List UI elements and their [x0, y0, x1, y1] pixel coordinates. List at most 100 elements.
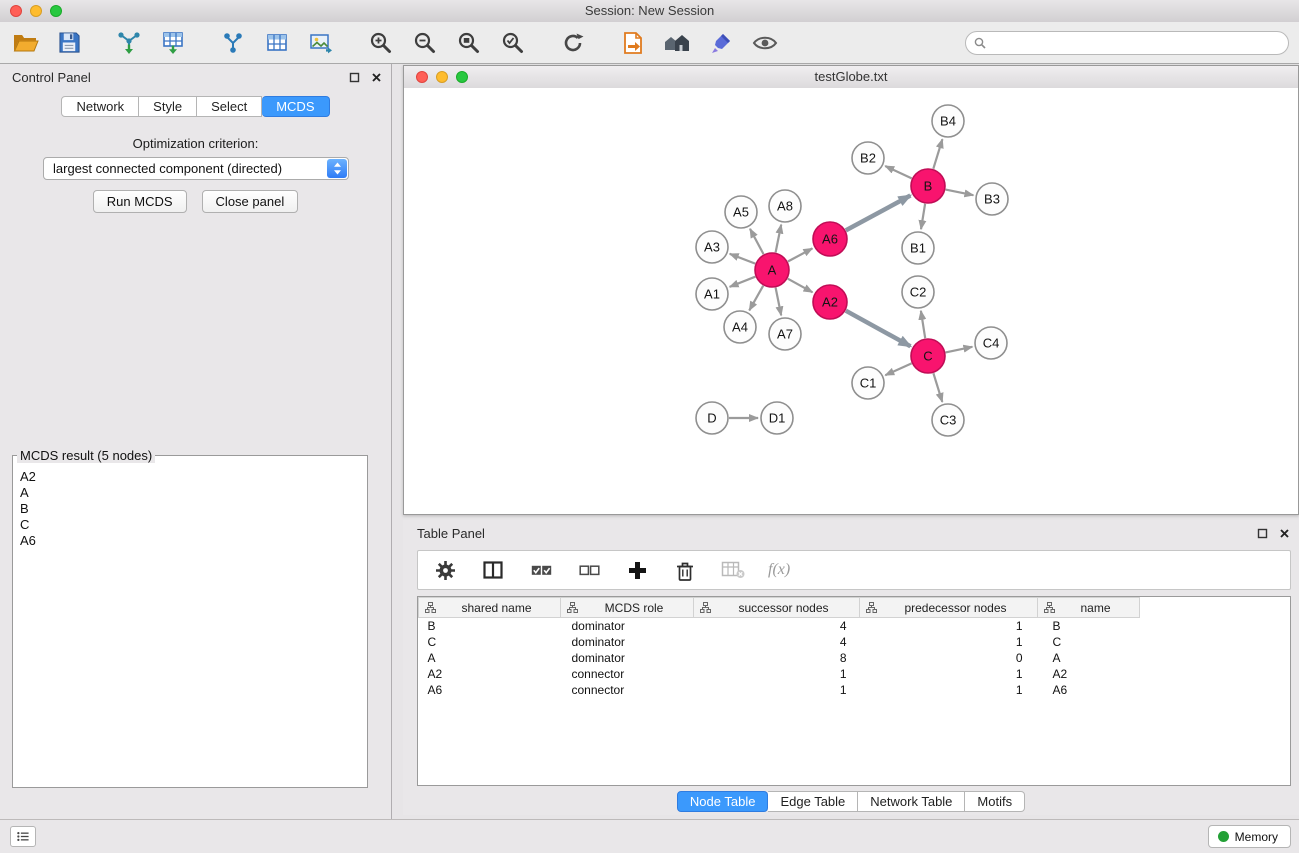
- delete-column-button[interactable]: [672, 557, 698, 583]
- edge-C-C3[interactable]: [933, 373, 942, 402]
- node-C[interactable]: C: [911, 339, 945, 373]
- node-B[interactable]: B: [911, 169, 945, 203]
- edge-A-A8[interactable]: [776, 225, 782, 253]
- edge-B-B4[interactable]: [933, 139, 942, 169]
- edge-A-A3[interactable]: [730, 254, 756, 264]
- unselect-all-button[interactable]: [576, 557, 602, 583]
- paint-style-button[interactable]: [704, 26, 738, 60]
- tab-node-table[interactable]: Node Table: [677, 791, 769, 812]
- edge-B-B1[interactable]: [921, 204, 925, 229]
- tab-network-table[interactable]: Network Table: [858, 791, 965, 812]
- tab-mcds[interactable]: MCDS: [262, 96, 329, 117]
- node-A6[interactable]: A6: [813, 222, 847, 256]
- node-A2[interactable]: A2: [813, 285, 847, 319]
- open-file-button[interactable]: [8, 26, 42, 60]
- mcds-result-item[interactable]: A2: [15, 469, 365, 485]
- search-input[interactable]: [965, 31, 1289, 55]
- new-table-button[interactable]: [260, 26, 294, 60]
- node-A8[interactable]: A8: [769, 190, 801, 222]
- import-network-file-button[interactable]: [112, 26, 146, 60]
- tab-motifs[interactable]: Motifs: [965, 791, 1025, 812]
- edge-C-C2[interactable]: [921, 311, 925, 338]
- table-row[interactable]: Adominator80A: [419, 650, 1141, 666]
- node-A4[interactable]: A4: [724, 311, 756, 343]
- run-mcds-button[interactable]: Run MCDS: [93, 190, 187, 213]
- edge-C-C4[interactable]: [946, 347, 973, 353]
- tab-edge-table[interactable]: Edge Table: [768, 791, 858, 812]
- zoom-fit-button[interactable]: [452, 26, 486, 60]
- new-network-button[interactable]: [216, 26, 250, 60]
- network-overview-button[interactable]: [660, 26, 694, 60]
- tab-style[interactable]: Style: [139, 96, 197, 117]
- node-D[interactable]: D: [696, 402, 728, 434]
- column-header-predecessor-nodes[interactable]: predecessor nodes: [860, 598, 1038, 618]
- graphics-details-button[interactable]: [748, 26, 782, 60]
- create-column-button[interactable]: [624, 557, 650, 583]
- network-window-titlebar[interactable]: testGlobe.txt: [404, 66, 1298, 89]
- column-header-name[interactable]: name: [1038, 598, 1140, 618]
- node-A1[interactable]: A1: [696, 278, 728, 310]
- table-row[interactable]: Bdominator41B: [419, 618, 1141, 635]
- memory-button[interactable]: Memory: [1208, 825, 1291, 848]
- import-table-file-button[interactable]: [156, 26, 190, 60]
- edge-A-A7[interactable]: [776, 288, 782, 316]
- column-header-mcds-role[interactable]: MCDS role: [561, 598, 694, 618]
- edge-A-A6[interactable]: [788, 248, 813, 261]
- tab-select[interactable]: Select: [197, 96, 262, 117]
- apply-layout-button[interactable]: [556, 26, 590, 60]
- edge-B-B2[interactable]: [885, 166, 912, 178]
- node-A[interactable]: A: [755, 253, 789, 287]
- node-B2[interactable]: B2: [852, 142, 884, 174]
- mcds-result-item[interactable]: C: [15, 517, 365, 533]
- export-image-button[interactable]: [304, 26, 338, 60]
- zoom-in-button[interactable]: [364, 26, 398, 60]
- zoom-selected-button[interactable]: [496, 26, 530, 60]
- table-row[interactable]: Cdominator41C: [419, 634, 1141, 650]
- node-C1[interactable]: C1: [852, 367, 884, 399]
- node-B4[interactable]: B4: [932, 105, 964, 137]
- edge-C-C1[interactable]: [885, 363, 911, 375]
- select-all-button[interactable]: [528, 557, 554, 583]
- tab-network[interactable]: Network: [61, 96, 139, 117]
- edge-A-A1[interactable]: [730, 277, 756, 287]
- column-header-shared-name[interactable]: shared name: [419, 598, 561, 618]
- zoom-out-button[interactable]: [408, 26, 442, 60]
- node-C3[interactable]: C3: [932, 404, 964, 436]
- node-B1[interactable]: B1: [902, 232, 934, 264]
- close-panel-button[interactable]: Close panel: [202, 190, 299, 213]
- table-settings-button[interactable]: [432, 557, 458, 583]
- table-panel-close-button[interactable]: [1277, 526, 1291, 540]
- edge-B-B3[interactable]: [946, 190, 974, 196]
- node-C4[interactable]: C4: [975, 327, 1007, 359]
- node-C2[interactable]: C2: [902, 276, 934, 308]
- node-D1[interactable]: D1: [761, 402, 793, 434]
- delete-table-button[interactable]: [720, 557, 746, 583]
- control-panel-float-button[interactable]: [347, 70, 361, 84]
- edge-A2-C[interactable]: [846, 311, 911, 347]
- first-neighbors-button[interactable]: [616, 26, 650, 60]
- mcds-result-item[interactable]: A6: [15, 533, 365, 549]
- column-header-successor-nodes[interactable]: successor nodes: [694, 598, 860, 618]
- table-panel-float-button[interactable]: [1255, 526, 1269, 540]
- mcds-result-item[interactable]: A: [15, 485, 365, 501]
- network-view-window: testGlobe.txt B4 B2 B B3 A8 A5 A6 A3 B1 A C2 A1 A2 A4…: [403, 65, 1299, 515]
- show-columns-button[interactable]: [480, 557, 506, 583]
- mcds-result-item[interactable]: B: [15, 501, 365, 517]
- node-A7[interactable]: A7: [769, 318, 801, 350]
- edge-A-A2[interactable]: [788, 279, 813, 293]
- edge-A-A4[interactable]: [749, 286, 763, 311]
- table-cell: 4: [694, 634, 860, 650]
- node-A5[interactable]: A5: [725, 196, 757, 228]
- criterion-dropdown[interactable]: largest connected component (directed): [43, 157, 349, 180]
- control-panel-close-button[interactable]: [369, 70, 383, 84]
- table-row[interactable]: A6connector11A6: [419, 682, 1141, 698]
- table-row[interactable]: A2connector11A2: [419, 666, 1141, 682]
- edge-A-A5[interactable]: [750, 229, 764, 254]
- edge-A6-B[interactable]: [846, 196, 911, 231]
- node-B3[interactable]: B3: [976, 183, 1008, 215]
- save-session-button[interactable]: [52, 26, 86, 60]
- network-graph[interactable]: B4 B2 B B3 A8 A5 A6 A3 B1 A C2 A1 A2 A4 A7 C4 C C1 C3 D D1: [404, 88, 1298, 514]
- function-builder-button[interactable]: f(x): [768, 557, 790, 583]
- task-history-button[interactable]: [10, 826, 36, 847]
- node-A3[interactable]: A3: [696, 231, 728, 263]
